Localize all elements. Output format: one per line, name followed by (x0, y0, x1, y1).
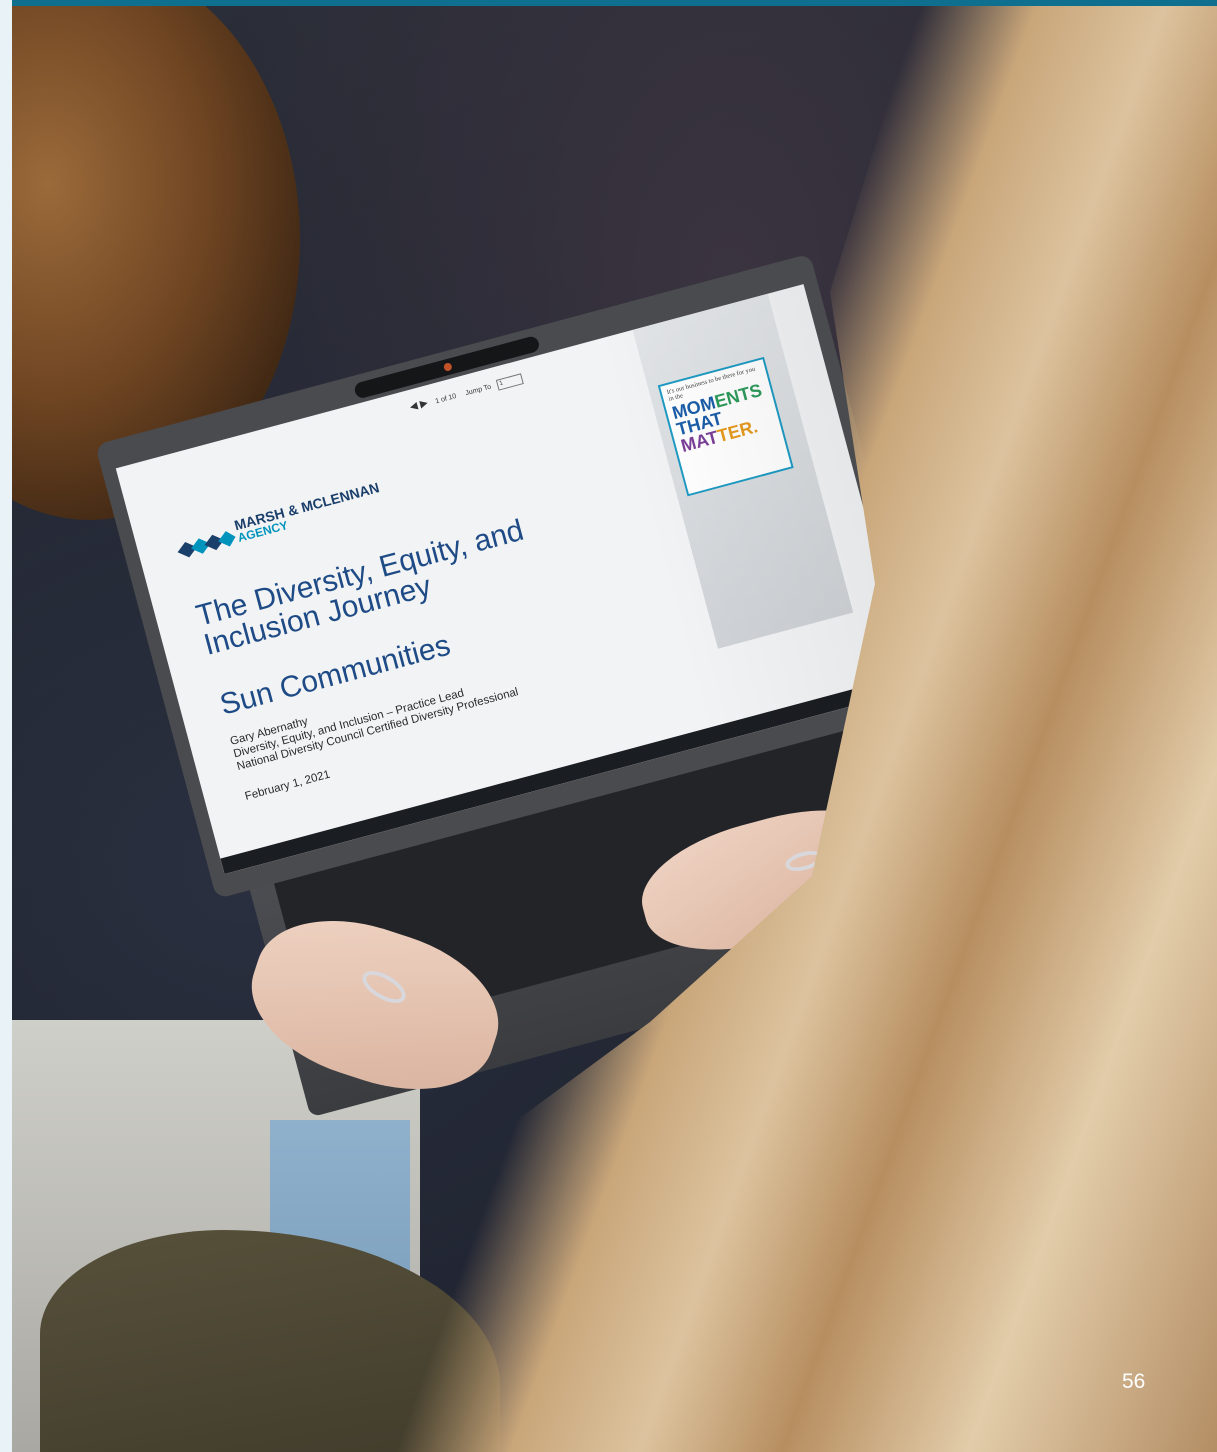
webcam-icon (442, 362, 453, 372)
presenter-role: Diversity, Equity, and Inclusion – Pract… (232, 687, 466, 761)
moments-line2: THAT (674, 408, 725, 440)
moments-line1b: ENTS (712, 379, 764, 412)
photo-scene: ◀ ▶ 1 of 10 Jump To 1 MARSH & MCLENNAN A… (0, 0, 1217, 1452)
presenter-credential: National Diversity Council Certified Div… (235, 686, 520, 773)
brand-line1: MARSH & MCLENNAN (232, 479, 381, 534)
page-indicator: 1 of 10 (434, 392, 458, 406)
left-margin-strip (0, 0, 12, 1452)
page-number: 56 (1122, 1370, 1146, 1393)
side-graphic-panel (632, 293, 854, 649)
slide-company: Sun Communities (216, 628, 454, 722)
slide-date: February 1, 2021 (243, 768, 332, 803)
prev-next-arrows-icon[interactable]: ◀ ▶ (409, 398, 429, 413)
brand-name: MARSH & MCLENNAN AGENCY (232, 479, 384, 545)
moments-line3b: TER. (715, 416, 760, 447)
presenter-name: Gary Abernathy (228, 715, 310, 748)
top-accent-bar (0, 0, 1217, 6)
moments-line1a: MOM (669, 392, 718, 424)
moments-wordmark: MOMENTS THAT MATTER. (669, 379, 776, 456)
moments-tagline: It's our business to be there for you in… (666, 365, 757, 403)
slide-title: The Diversity, Equity, and Inclusion Jou… (192, 513, 528, 662)
moments-line3a: MAT (678, 426, 721, 456)
jump-to-label: Jump To (464, 383, 493, 398)
jump-to-input[interactable]: 1 (495, 373, 524, 391)
brand-line2: AGENCY (236, 518, 290, 545)
moments-that-matter-badge: It's our business to be there for you in… (657, 356, 794, 497)
presenter-details: Gary Abernathy Diversity, Equity, and In… (229, 661, 520, 774)
marsh-mclennan-logo-icon (177, 531, 236, 558)
